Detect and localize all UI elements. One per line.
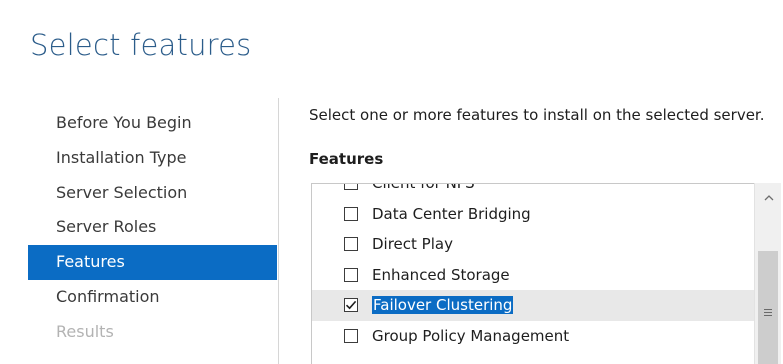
- feature-checkbox[interactable]: [344, 237, 358, 252]
- nav-divider: [278, 98, 279, 364]
- wizard-nav: Before You Begin Installation Type Serve…: [28, 106, 277, 350]
- feature-row-client-for-nfs[interactable]: Client for NFS: [312, 183, 755, 199]
- nav-item-server-roles[interactable]: Server Roles: [28, 210, 277, 245]
- checkmark-icon: [345, 301, 357, 310]
- feature-row-failover-clustering[interactable]: Failover Clustering: [312, 290, 755, 321]
- nav-item-before-you-begin[interactable]: Before You Begin: [28, 106, 277, 141]
- page-title: Select features: [30, 28, 252, 62]
- scrollbar-thumb[interactable]: [758, 251, 778, 364]
- feature-label: Enhanced Storage: [372, 265, 510, 284]
- feature-checkbox[interactable]: [344, 206, 358, 221]
- feature-label: Data Center Bridging: [372, 204, 531, 223]
- feature-checkbox[interactable]: [344, 328, 358, 343]
- chevron-up-icon[interactable]: [755, 183, 782, 213]
- nav-item-results: Results: [56, 321, 114, 341]
- features-scrollbar[interactable]: [754, 183, 781, 364]
- feature-label-selected: Failover Clustering: [372, 296, 514, 315]
- feature-row-group-policy-management[interactable]: Group Policy Management: [312, 321, 755, 352]
- feature-label: Group Policy Management: [372, 326, 570, 345]
- features-list[interactable]: Client for NFS Data Center Bridging Dire…: [311, 183, 781, 364]
- nav-item-features[interactable]: Features: [28, 245, 277, 280]
- feature-label: Client for NFS: [372, 183, 475, 193]
- feature-row-direct-play[interactable]: Direct Play: [312, 229, 755, 260]
- grip-lines-icon: [764, 308, 772, 316]
- feature-row-enhanced-storage[interactable]: Enhanced Storage: [312, 260, 755, 291]
- feature-label: Direct Play: [372, 235, 453, 254]
- nav-item-confirmation[interactable]: Confirmation: [28, 280, 277, 315]
- nav-item-server-selection[interactable]: Server Selection: [28, 176, 277, 211]
- feature-checkbox[interactable]: [344, 267, 358, 282]
- feature-checkbox-checked[interactable]: [344, 298, 358, 313]
- feature-row-data-center-bridging[interactable]: Data Center Bridging: [312, 199, 755, 230]
- features-heading: Features: [309, 150, 384, 168]
- nav-item-installation-type[interactable]: Installation Type: [28, 141, 277, 176]
- instruction-text: Select one or more features to install o…: [309, 106, 765, 124]
- feature-checkbox[interactable]: [344, 184, 358, 191]
